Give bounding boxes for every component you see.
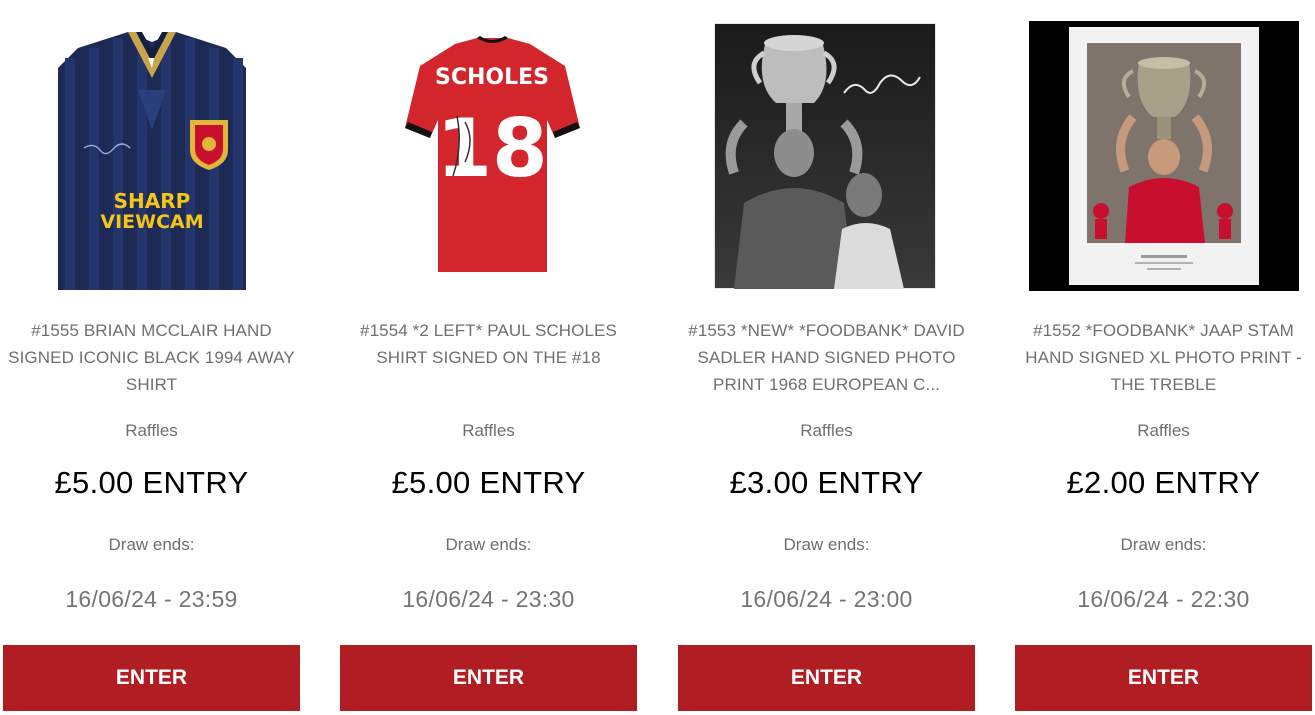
raffle-title[interactable]: #1553 *NEW* *FOODBANK* DAVID SADLER HAND… [678,317,975,398]
svg-text:SHARP: SHARP [114,189,191,213]
entry-price: £5.00 ENTRY [391,465,586,500]
entry-price: £5.00 ENTRY [54,465,249,500]
raffle-title[interactable]: #1552 *FOODBANK* JAAP STAM HAND SIGNED X… [1015,317,1312,398]
draw-end-date: 16/06/24 - 23:30 [402,586,575,612]
raffle-category[interactable]: Raffles [678,421,975,441]
raffle-card: #1553 *NEW* *FOODBANK* DAVID SADLER HAND… [678,0,975,715]
svg-text:SCHOLES: SCHOLES [435,65,549,90]
draw-ends-label: Draw ends: [1120,535,1207,554]
raffle-title[interactable]: #1555 BRIAN MCCLAIR HAND SIGNED ICONIC B… [3,317,300,398]
svg-text:VIEWCAM: VIEWCAM [100,211,203,233]
shirt-image: SHARP VIEWCAM [58,32,246,290]
raffle-card: #1552 *FOODBANK* JAAP STAM HAND SIGNED X… [1015,0,1312,715]
photo-image [714,23,936,289]
entry-price: £3.00 ENTRY [729,465,924,500]
print-image [1029,21,1299,291]
raffle-grid: SHARP VIEWCAM #1555 BRIAN MCCLAIR HAND S… [0,0,1315,715]
raffle-category[interactable]: Raffles [340,421,637,441]
enter-button[interactable]: ENTER [678,645,975,711]
draw-end-date: 16/06/24 - 22:30 [1077,586,1250,612]
product-image-stam-print[interactable] [1029,21,1299,291]
product-image-away-shirt[interactable]: SHARP VIEWCAM [58,28,246,290]
draw-ends-label: Draw ends: [445,535,532,554]
enter-button[interactable]: ENTER [3,645,300,711]
draw-end-date: 16/06/24 - 23:59 [65,586,238,612]
draw-end-date: 16/06/24 - 23:00 [740,586,913,612]
enter-button[interactable]: ENTER [1015,645,1312,711]
raffle-category[interactable]: Raffles [1015,421,1312,441]
svg-text:18: 18 [436,102,547,195]
raffle-title[interactable]: #1554 *2 LEFT* PAUL SCHOLES SHIRT SIGNED… [340,317,637,371]
raffle-category[interactable]: Raffles [3,421,300,441]
product-image-scholes-shirt[interactable]: SCHOLES 18 [405,36,580,272]
enter-button[interactable]: ENTER [340,645,637,711]
raffle-card: SCHOLES 18 #1554 *2 LEFT* PAUL SCHOLES S… [340,0,637,715]
raffle-card: SHARP VIEWCAM #1555 BRIAN MCCLAIR HAND S… [3,0,300,715]
product-image-sadler-photo[interactable] [714,23,936,289]
draw-ends-label: Draw ends: [108,535,195,554]
draw-ends-label: Draw ends: [783,535,870,554]
entry-price: £2.00 ENTRY [1066,465,1261,500]
shirt-image: SCHOLES 18 [405,36,580,272]
